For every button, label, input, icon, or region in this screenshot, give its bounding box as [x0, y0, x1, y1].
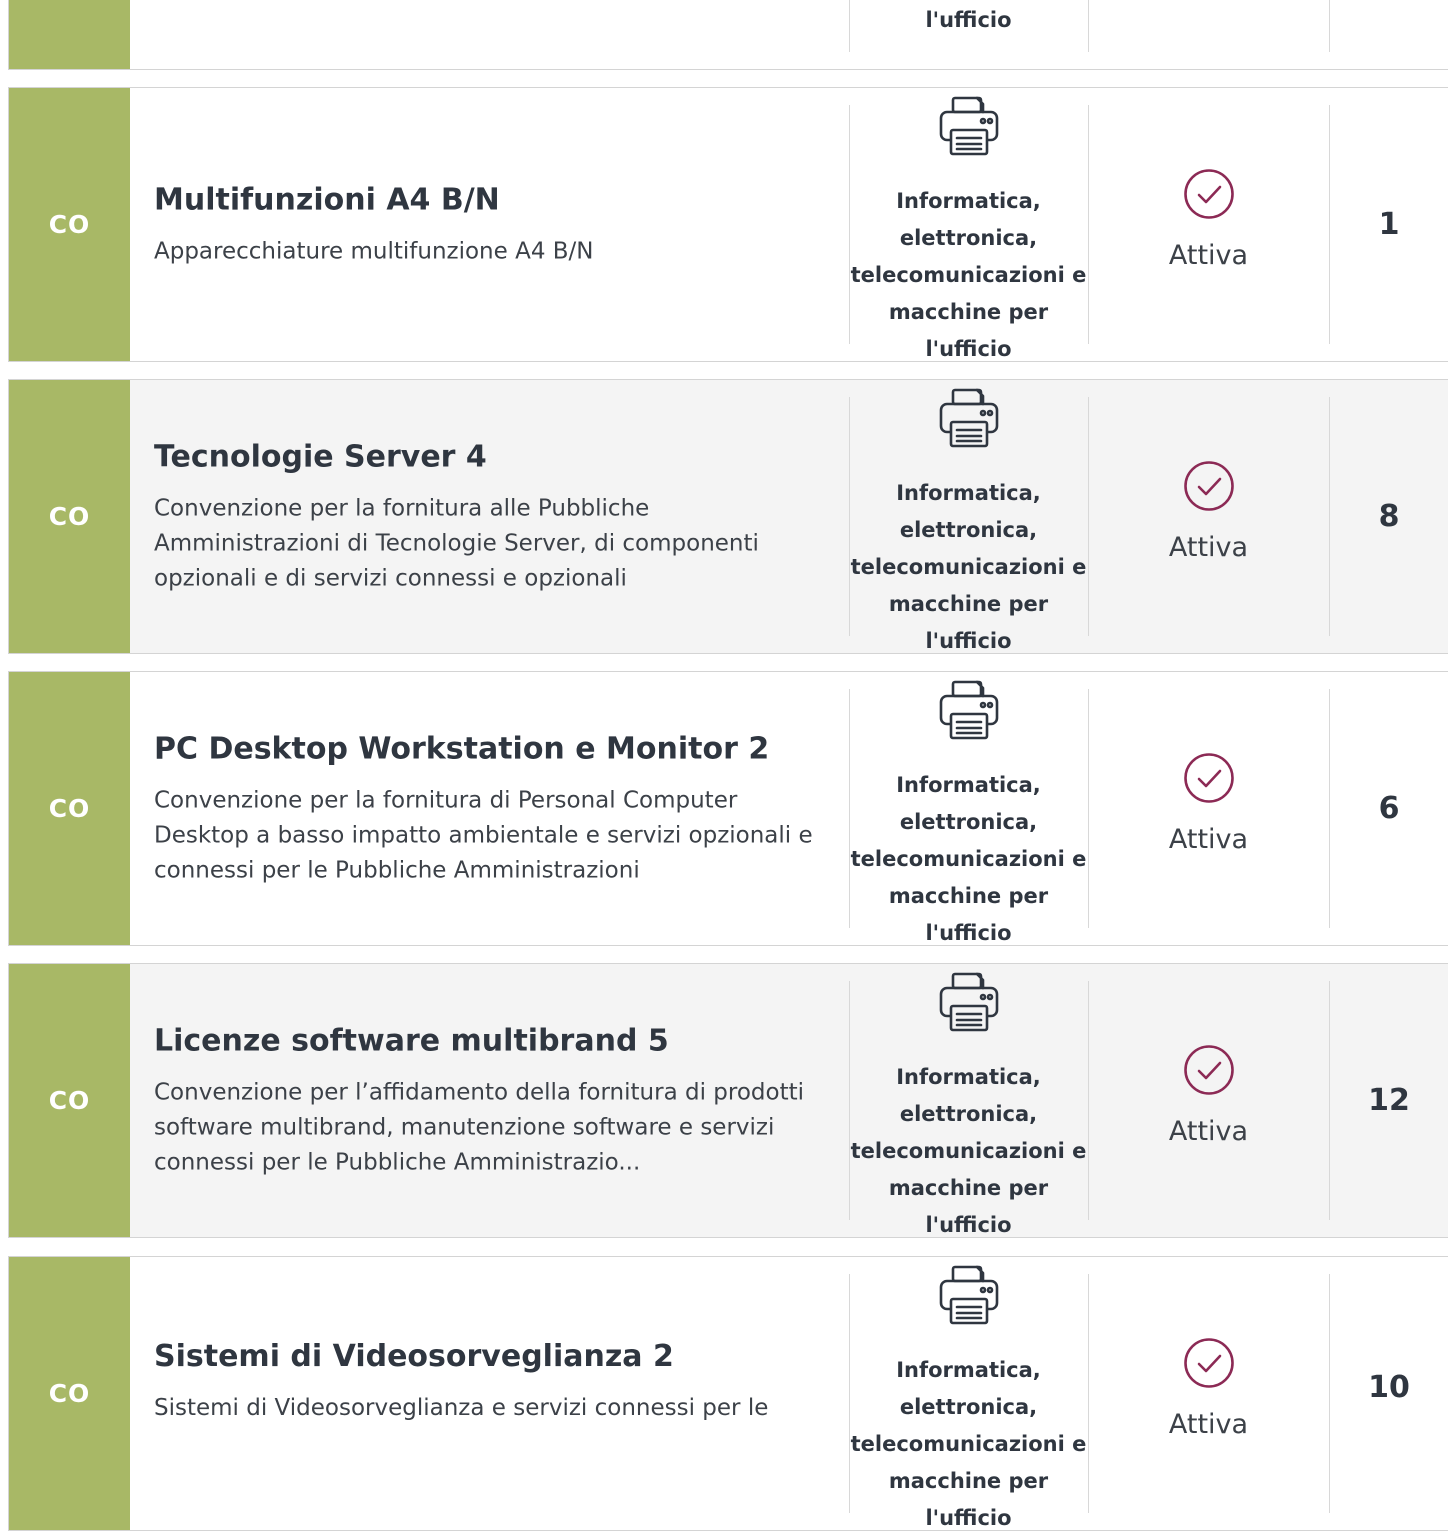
- item-count: 10: [1368, 1370, 1410, 1405]
- category-label: Informatica, elettronica, telecomunicazi…: [925, 8, 1012, 32]
- list-item[interactable]: CO Multifunzioni A4 B/N Apparecchiature …: [8, 87, 1448, 362]
- item-title[interactable]: PC Desktop Workstation e Monitor 2: [154, 729, 834, 769]
- item-description: Convenzione per la fornitura di Personal…: [154, 787, 813, 883]
- category-cell: Informatica, elettronica, telecomunicazi…: [849, 380, 1088, 653]
- category-label: Informatica, elettronica, telecomunicazi…: [850, 189, 1087, 361]
- category-label: Informatica, elettronica, telecomunicazi…: [850, 481, 1087, 653]
- list-item[interactable]: CO Tecnologie Server 4 Convenzione per l…: [8, 379, 1448, 654]
- category-label: Informatica, elettronica, telecomunicazi…: [850, 773, 1087, 945]
- type-tag: CO: [9, 964, 130, 1237]
- item-description: Convenzione per l’affidamento della forn…: [154, 1079, 804, 1175]
- list-item[interactable]: CO Licenze software multibrand 5 Convenz…: [8, 963, 1448, 1238]
- type-tag: CO: [9, 380, 130, 653]
- item-count: 6: [1378, 791, 1400, 826]
- category-label: Informatica, elettronica, telecomunicazi…: [850, 1065, 1087, 1237]
- category-label: Informatica, elettronica, telecomunicazi…: [850, 1358, 1087, 1530]
- status-cell: Attiva: [1088, 88, 1329, 361]
- category-cell: Informatica, elettronica, telecomunicazi…: [849, 1257, 1088, 1530]
- item-text: Licenze software multibrand 5 Convenzion…: [154, 1021, 834, 1180]
- list-item[interactable]: CO PC Desktop Workstation e Monitor 2 Co…: [8, 671, 1448, 946]
- item-text: Multifunzioni A4 B/N Apparecchiature mul…: [154, 180, 834, 269]
- category-cell: Informatica, elettronica, telecomunicazi…: [849, 88, 1088, 361]
- category-cell: Informatica, elettronica, telecomunicazi…: [849, 672, 1088, 945]
- column-divider: [1088, 0, 1089, 52]
- list-item[interactable]: CO Sistemi di Videosorveglianza 2 Sistem…: [8, 1256, 1448, 1531]
- item-text: Sistemi di Videosorveglianza 2 Sistemi d…: [154, 1337, 834, 1426]
- printer-icon: [939, 680, 998, 740]
- item-description: Sistemi di Videosorveglianza e servizi c…: [154, 1395, 769, 1421]
- item-title[interactable]: Licenze software multibrand 5: [154, 1021, 834, 1061]
- status-cell: Attiva: [1088, 964, 1329, 1237]
- type-tag: CO: [9, 1257, 130, 1530]
- type-tag: CO: [9, 672, 130, 945]
- status-label: Attiva: [1168, 240, 1249, 271]
- status-cell: Attiva: [1088, 1257, 1329, 1530]
- status-cell: Attiva: [1088, 672, 1329, 945]
- check-circle-icon: [1183, 753, 1234, 803]
- item-count: 12: [1368, 1083, 1410, 1118]
- check-circle-icon: [1183, 1338, 1234, 1388]
- item-title[interactable]: Multifunzioni A4 B/N: [154, 180, 834, 220]
- type-tag: CO: [9, 0, 130, 69]
- item-title[interactable]: Sistemi di Videosorveglianza 2: [154, 1337, 834, 1377]
- status-label: Attiva: [1168, 1409, 1249, 1440]
- type-tag: CO: [9, 88, 130, 361]
- item-count: 1: [1378, 207, 1400, 242]
- list-item[interactable]: CO Informatica, elettronica, telecomunic…: [8, 0, 1448, 70]
- printer-icon: [939, 96, 998, 156]
- status-cell: Attiva: [1088, 380, 1329, 653]
- category-cell: Informatica, elettronica, telecomunicazi…: [849, 0, 1088, 69]
- printer-icon: [939, 1265, 998, 1325]
- item-text: Tecnologie Server 4 Convenzione per la f…: [154, 437, 834, 596]
- status-label: Attiva: [1168, 824, 1249, 855]
- printer-icon: [939, 388, 998, 448]
- item-count: 8: [1378, 499, 1400, 534]
- check-circle-icon: [1183, 169, 1234, 219]
- check-circle-icon: [1183, 1045, 1234, 1095]
- item-description: Convenzione per la fornitura alle Pubbli…: [154, 495, 759, 591]
- check-circle-icon: [1183, 461, 1234, 511]
- item-text: PC Desktop Workstation e Monitor 2 Conve…: [154, 729, 834, 888]
- item-description: Apparecchiature multifunzione A4 B/N: [154, 238, 594, 264]
- item-title[interactable]: Tecnologie Server 4: [154, 437, 834, 477]
- status-label: Attiva: [1168, 532, 1249, 563]
- printer-icon: [939, 972, 998, 1032]
- column-divider: [1329, 0, 1330, 52]
- category-cell: Informatica, elettronica, telecomunicazi…: [849, 964, 1088, 1237]
- status-label: Attiva: [1168, 1116, 1249, 1147]
